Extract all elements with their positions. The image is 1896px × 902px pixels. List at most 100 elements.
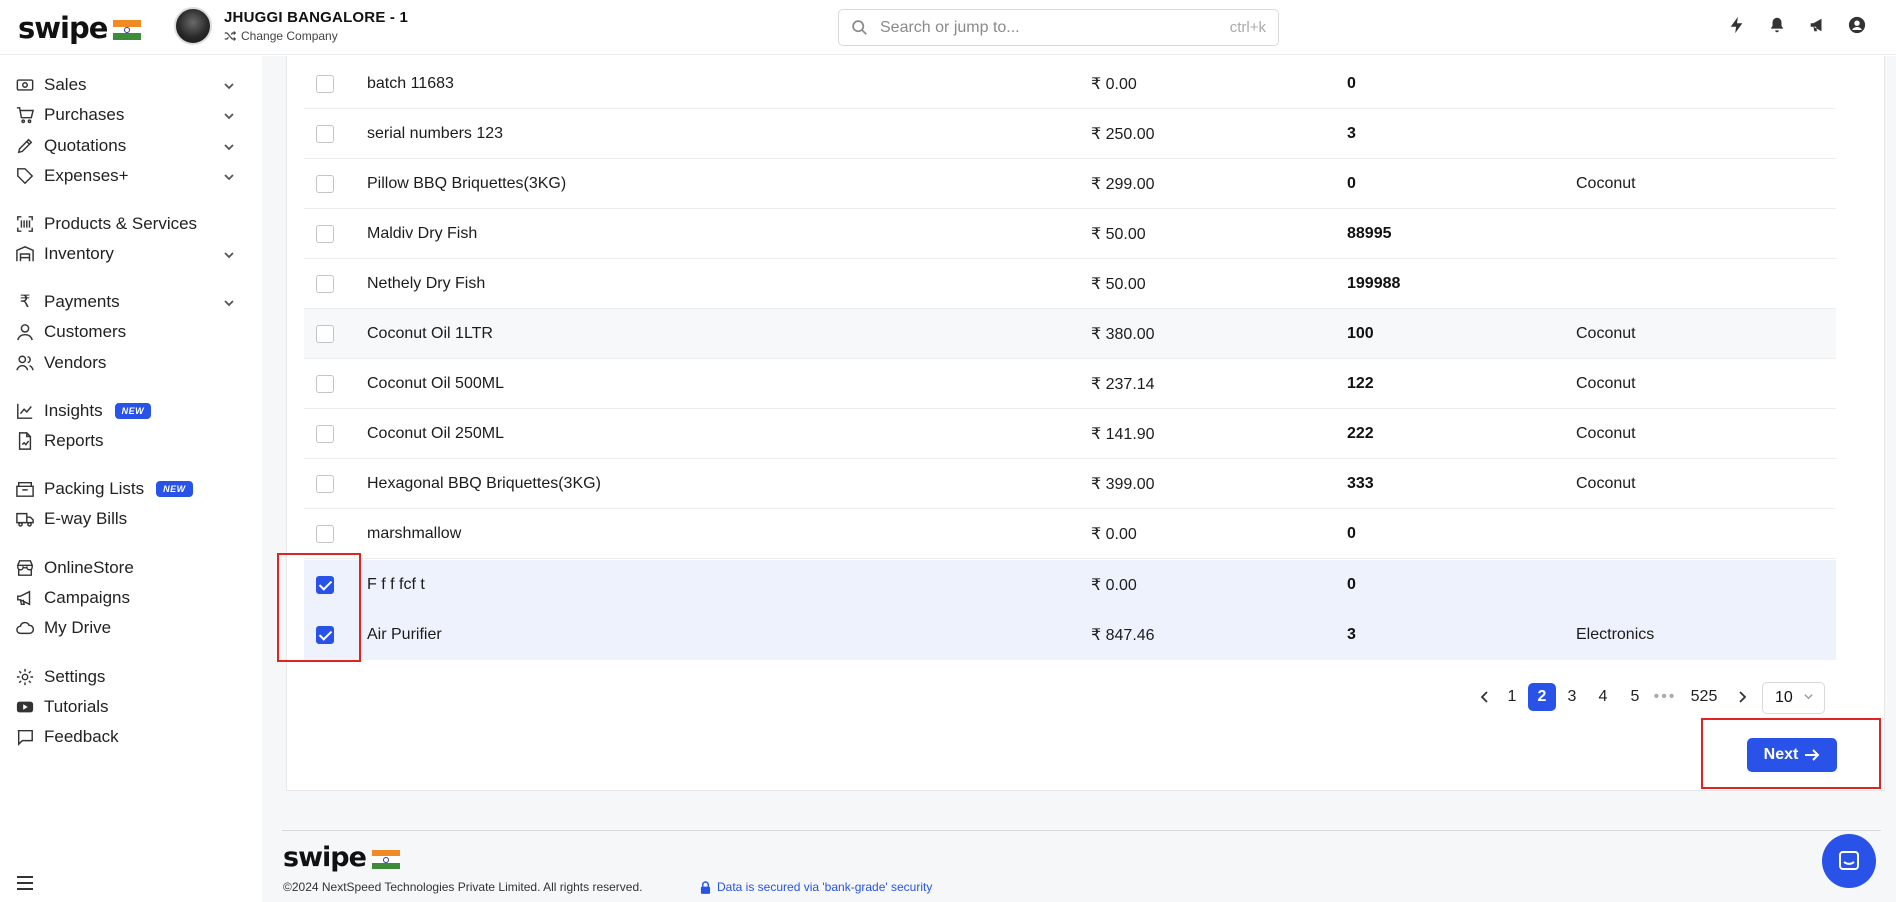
page-button[interactable]: 3 bbox=[1559, 683, 1585, 711]
gear-icon bbox=[15, 667, 35, 687]
table-row[interactable]: F f f fcf t ₹ 0.00 0 bbox=[304, 560, 1836, 610]
sidebar-item-label: OnlineStore bbox=[44, 558, 134, 577]
sidebar-item-tutorials[interactable]: Tutorials bbox=[15, 694, 235, 720]
page-ellipsis[interactable]: ••• bbox=[1652, 683, 1678, 711]
sidebar-item-expenses[interactable]: Expenses+ bbox=[15, 163, 235, 189]
sidebar-item-inventory[interactable]: Inventory bbox=[15, 241, 235, 267]
sidebar-item-products-services[interactable]: Products & Services bbox=[15, 211, 235, 237]
table-row[interactable]: Coconut Oil 1LTR ₹ 380.00 100 Coconut bbox=[304, 309, 1836, 359]
sidebar-item-my-drive[interactable]: My Drive bbox=[15, 615, 235, 641]
logo-text: swipe bbox=[18, 11, 108, 45]
sidebar-item-eway-bills[interactable]: E-way Bills bbox=[15, 506, 235, 532]
change-company-link[interactable]: Change Company bbox=[224, 29, 338, 43]
item-name: Air Purifier bbox=[367, 626, 442, 643]
report-icon bbox=[15, 431, 35, 451]
sidebar-item-payments[interactable]: ₹ Payments bbox=[15, 289, 235, 315]
item-price: ₹ 50.00 bbox=[1091, 225, 1146, 243]
item-price: ₹ 847.46 bbox=[1091, 627, 1155, 644]
page-button[interactable]: 4 bbox=[1590, 683, 1616, 711]
next-button[interactable]: Next bbox=[1747, 738, 1837, 772]
item-price: ₹ 250.00 bbox=[1091, 125, 1155, 143]
sidebar-item-feedback[interactable]: Feedback bbox=[15, 724, 235, 750]
user-circle-icon[interactable] bbox=[1848, 16, 1866, 34]
page-button-current[interactable]: 2 bbox=[1528, 683, 1556, 711]
row-checkbox[interactable] bbox=[316, 275, 334, 293]
sidebar-item-quotations[interactable]: Quotations bbox=[15, 133, 235, 159]
item-name: batch 11683 bbox=[367, 74, 454, 92]
sidebar-item-purchases[interactable]: Purchases bbox=[15, 102, 235, 128]
sidebar-item-sales[interactable]: Sales bbox=[15, 72, 235, 98]
sidebar: Sales Purchases Quotations Expenses+ Pro… bbox=[0, 56, 262, 902]
sidebar-item-settings[interactable]: Settings bbox=[15, 664, 235, 690]
item-qty: 122 bbox=[1347, 374, 1374, 392]
sidebar-item-label: Expenses+ bbox=[44, 166, 129, 185]
chat-support-button[interactable] bbox=[1822, 834, 1876, 888]
menu-toggle-icon[interactable] bbox=[16, 875, 34, 896]
next-page-icon[interactable] bbox=[1729, 683, 1755, 711]
table-row[interactable]: serial numbers 123 ₹ 250.00 3 bbox=[304, 109, 1836, 159]
table-row[interactable]: batch 11683 ₹ 0.00 0 bbox=[304, 59, 1836, 109]
item-qty: 0 bbox=[1347, 524, 1356, 542]
sidebar-item-packing-lists[interactable]: Packing Lists NEW bbox=[15, 476, 235, 502]
table-row[interactable]: Coconut Oil 500ML ₹ 237.14 122 Coconut bbox=[304, 359, 1836, 409]
row-checkbox[interactable] bbox=[316, 475, 334, 493]
table-row[interactable]: Pillow BBQ Briquettes(3KG) ₹ 299.00 0 Co… bbox=[304, 159, 1836, 209]
item-name: Coconut Oil 250ML bbox=[367, 424, 504, 442]
page-size-select[interactable]: 10 bbox=[1762, 682, 1825, 714]
table-row[interactable]: marshmallow ₹ 0.00 0 bbox=[304, 509, 1836, 559]
row-checkbox[interactable] bbox=[316, 425, 334, 443]
copyright-text: ©2024 NextSpeed Technologies Private Lim… bbox=[283, 880, 643, 894]
sidebar-item-customers[interactable]: Customers bbox=[15, 319, 235, 345]
chevron-down-icon bbox=[1803, 691, 1814, 705]
table-row[interactable]: Hexagonal BBQ Briquettes(3KG) ₹ 399.00 3… bbox=[304, 459, 1836, 509]
top-bar: swipe JHUGGI BANGALORE - 1 Change Compan… bbox=[0, 0, 1896, 55]
package-icon bbox=[15, 479, 35, 499]
search-bar[interactable]: ctrl+k bbox=[838, 9, 1279, 46]
row-checkbox[interactable] bbox=[316, 75, 334, 93]
page-button[interactable]: 5 bbox=[1622, 683, 1648, 711]
arrow-right-icon bbox=[1805, 749, 1820, 761]
sidebar-item-campaigns[interactable]: Campaigns bbox=[15, 585, 235, 611]
table-row[interactable]: Coconut Oil 250ML ₹ 141.90 222 Coconut bbox=[304, 409, 1836, 459]
chevron-down-icon bbox=[223, 246, 235, 266]
lightning-icon[interactable] bbox=[1728, 16, 1746, 34]
sidebar-item-label: Insights bbox=[44, 401, 103, 420]
sidebar-item-label: Customers bbox=[44, 322, 127, 341]
company-name[interactable]: JHUGGI BANGALORE - 1 bbox=[224, 9, 408, 26]
table-row[interactable]: Maldiv Dry Fish ₹ 50.00 88995 bbox=[304, 209, 1836, 259]
item-category: Coconut bbox=[1576, 424, 1636, 442]
table-row[interactable]: Nethely Dry Fish ₹ 50.00 199988 bbox=[304, 259, 1836, 309]
lock-icon bbox=[700, 880, 711, 894]
item-qty: 3 bbox=[1347, 124, 1356, 142]
row-checkbox[interactable] bbox=[316, 125, 334, 143]
swipe-logo[interactable]: swipe bbox=[18, 11, 142, 45]
sidebar-item-label: Sales bbox=[44, 75, 87, 94]
row-checkbox[interactable] bbox=[316, 175, 334, 193]
page-button[interactable]: 1 bbox=[1499, 683, 1525, 711]
table-row[interactable]: Air Purifier ₹ 847.46 3 Electronics bbox=[304, 610, 1836, 660]
sidebar-item-onlinestore[interactable]: OnlineStore bbox=[15, 555, 235, 581]
sidebar-item-reports[interactable]: Reports bbox=[15, 428, 235, 454]
sidebar-item-label: Settings bbox=[44, 667, 106, 686]
row-checkbox[interactable] bbox=[316, 225, 334, 243]
chevron-down-icon bbox=[223, 168, 235, 188]
footer-logo: swipe bbox=[283, 842, 400, 873]
company-avatar[interactable] bbox=[174, 7, 212, 45]
sidebar-item-vendors[interactable]: Vendors bbox=[15, 350, 235, 376]
search-input[interactable] bbox=[880, 18, 1230, 37]
item-price: ₹ 141.90 bbox=[1091, 425, 1155, 443]
row-checkbox[interactable] bbox=[316, 325, 334, 343]
footer-divider bbox=[282, 830, 1881, 831]
megaphone-icon[interactable] bbox=[1808, 16, 1826, 34]
sidebar-item-label: Campaigns bbox=[44, 588, 130, 607]
row-checkbox[interactable] bbox=[316, 375, 334, 393]
row-checkbox[interactable] bbox=[316, 525, 334, 543]
bell-icon[interactable] bbox=[1768, 16, 1786, 34]
sidebar-item-insights[interactable]: Insights NEW bbox=[15, 398, 235, 424]
prev-page-icon[interactable] bbox=[1472, 683, 1498, 711]
barcode-icon bbox=[15, 214, 35, 234]
tag-icon bbox=[15, 166, 35, 186]
page-button[interactable]: 525 bbox=[1687, 683, 1721, 711]
item-qty: 88995 bbox=[1347, 224, 1392, 242]
security-link[interactable]: Data is secured via 'bank-grade' securit… bbox=[700, 880, 932, 894]
